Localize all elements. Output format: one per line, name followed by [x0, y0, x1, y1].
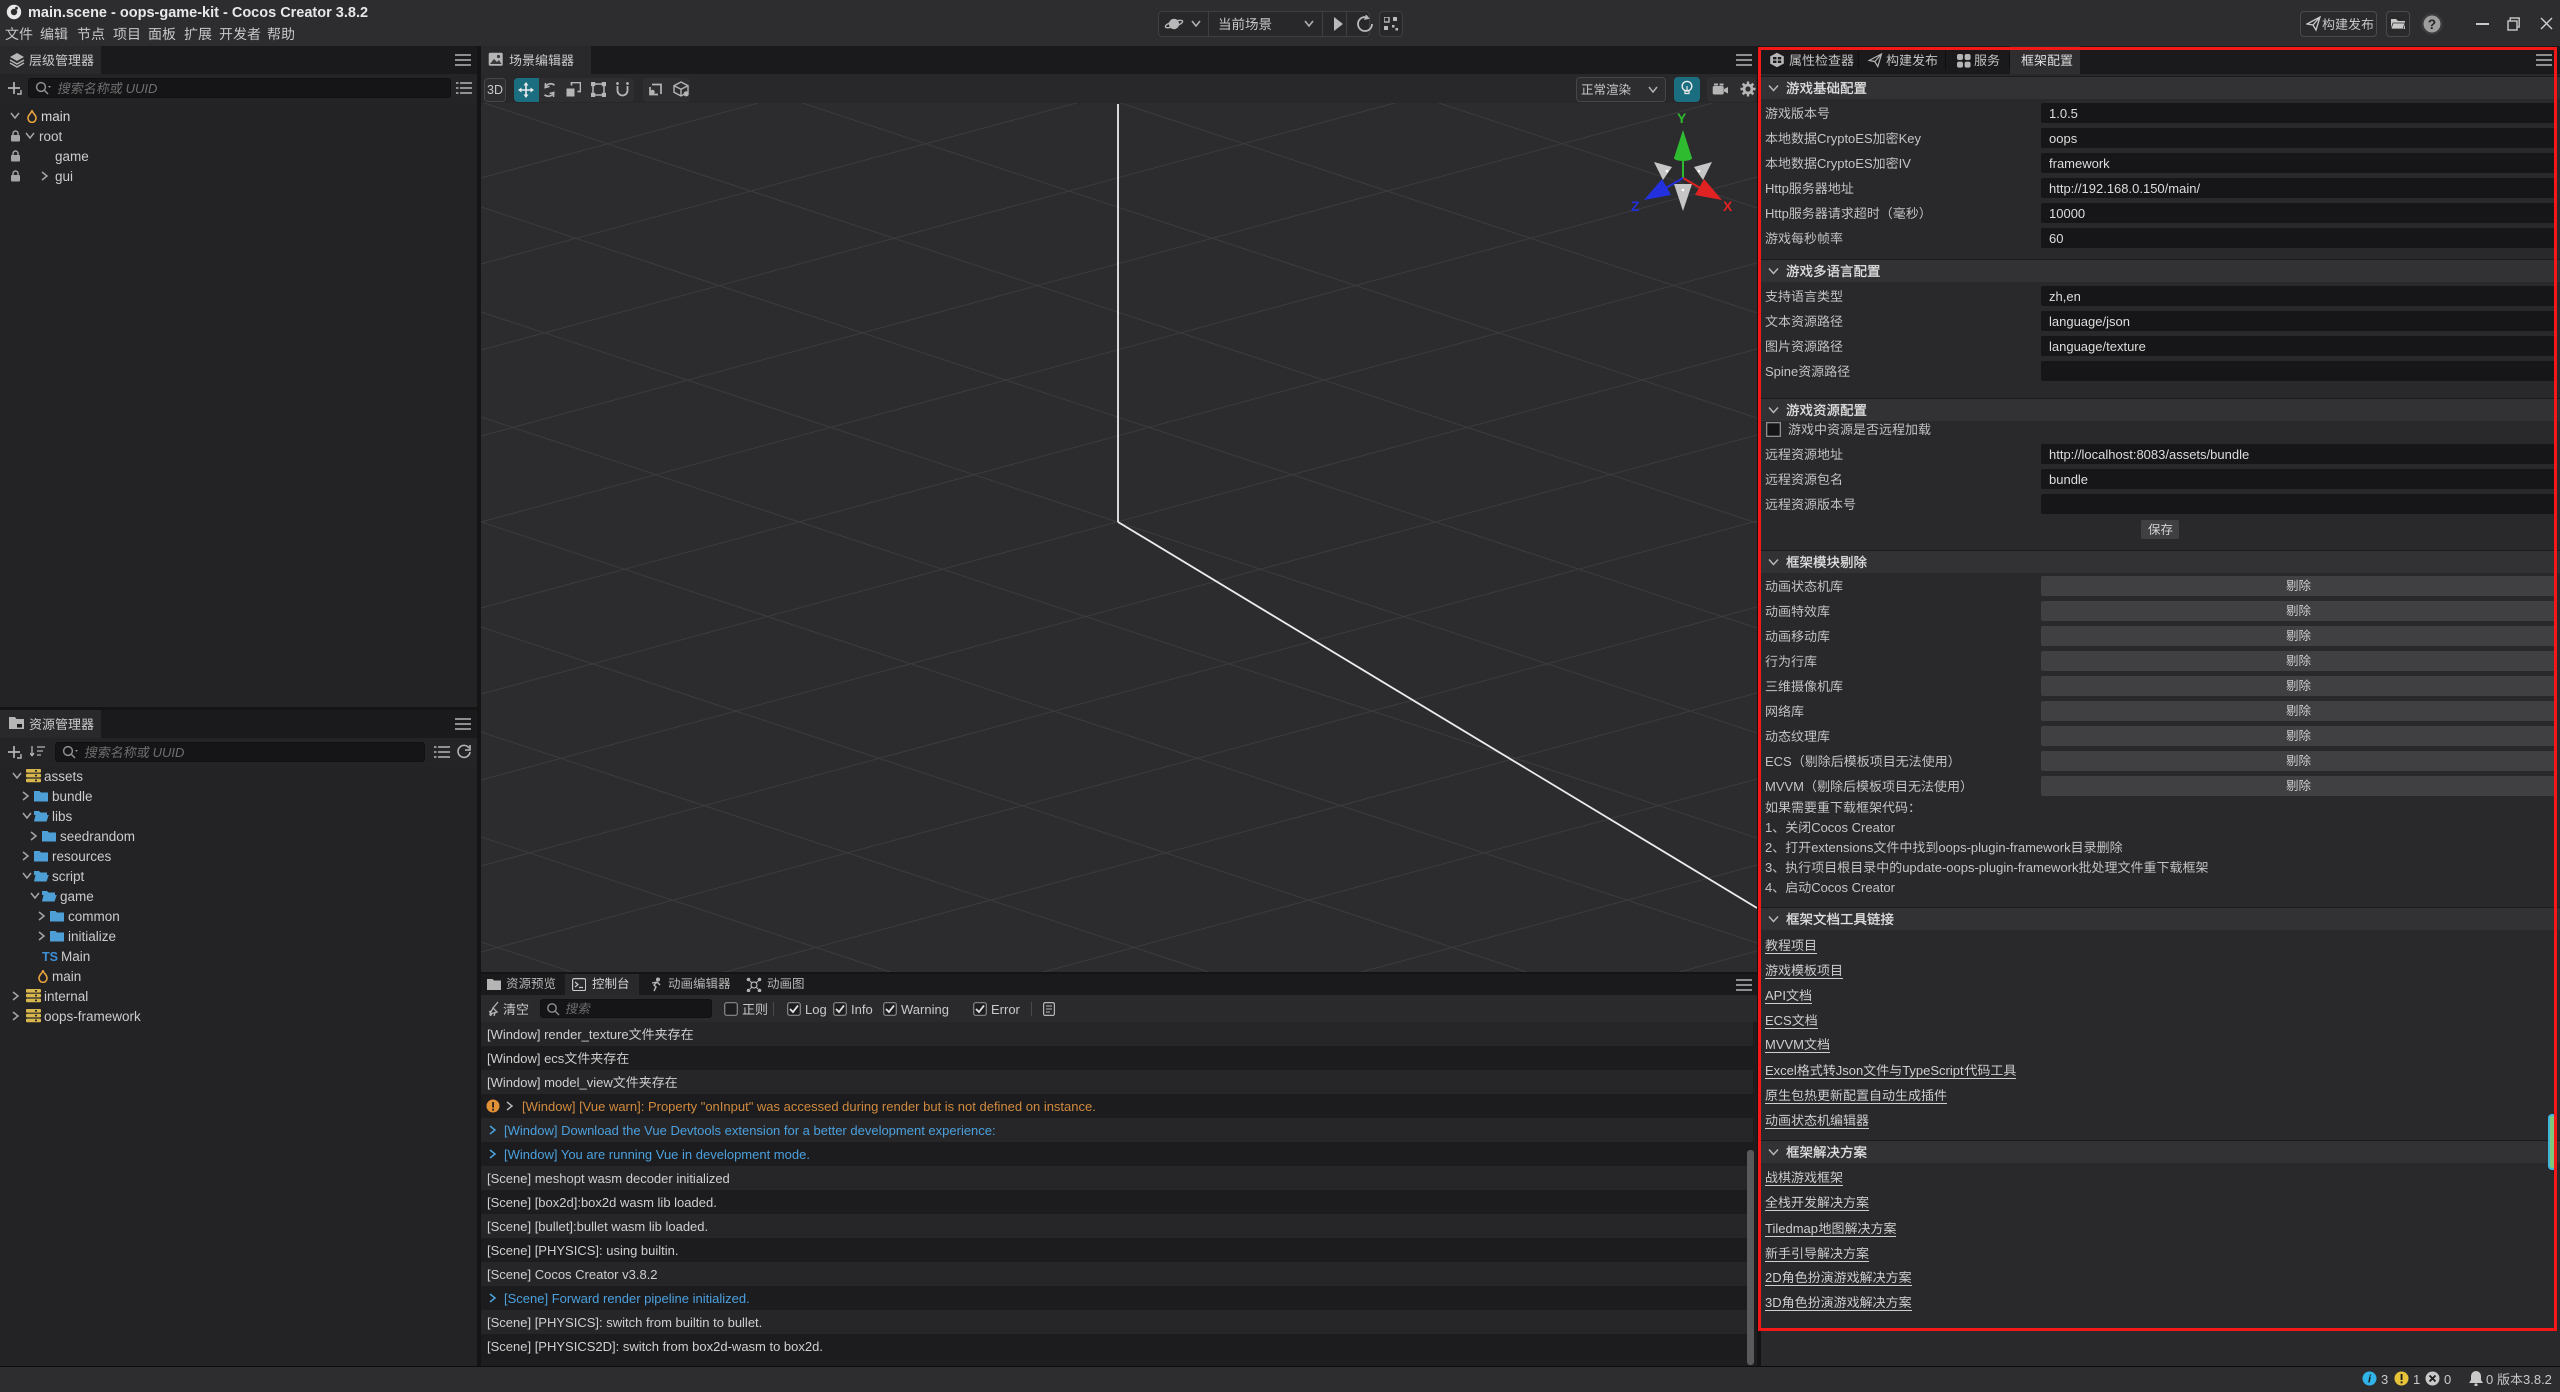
svg-text:[Scene] Cocos Creator v3.8.2: [Scene] Cocos Creator v3.8.2 [487, 1267, 658, 1282]
svg-text:main: main [52, 969, 81, 984]
svg-text:assets: assets [44, 769, 83, 784]
svg-text:[Window] ecs: [Window] ecs [487, 1051, 565, 1066]
svg-text:gui: gui [55, 169, 73, 184]
svg-text:libs: libs [52, 809, 73, 824]
svg-text:X: X [1723, 198, 1733, 214]
svg-text:[Window] [Vue warn]: Property: [Window] [Vue warn]: Property "onInput" … [522, 1099, 1096, 1114]
svg-text:UUID: UUID [149, 745, 184, 760]
svg-text:0: 0 [2444, 1372, 2451, 1387]
svg-text:[Scene] [box2d]:box2d wasm lib: [Scene] [box2d]:box2d wasm lib loaded. [487, 1195, 717, 1210]
svg-text:oops-framework: oops-framework [44, 1009, 141, 1024]
svg-text:bundle: bundle [52, 789, 93, 804]
svg-text:UUID: UUID [122, 81, 157, 96]
svg-text:main.scene - oops-game-kit - C: main.scene - oops-game-kit - Cocos Creat… [28, 5, 368, 21]
svg-text:Main: Main [61, 949, 90, 964]
svg-text:1: 1 [2413, 1372, 2420, 1387]
svg-text:Warning: Warning [901, 1002, 949, 1017]
svg-text:[Scene] [PHYSICS]: using built: [Scene] [PHYSICS]: using builtin. [487, 1243, 678, 1258]
svg-text:root: root [39, 129, 63, 144]
svg-text:Log: Log [805, 1002, 827, 1017]
svg-text:script: script [52, 869, 85, 884]
svg-text:?: ? [2428, 17, 2436, 32]
svg-text:TS: TS [42, 950, 58, 963]
svg-text:main: main [41, 109, 70, 124]
svg-text:[Scene] Forward render pipelin: [Scene] Forward render pipeline initiali… [504, 1291, 750, 1306]
svg-text:[Window] render_texture: [Window] render_texture [487, 1027, 629, 1042]
svg-text:Info: Info [851, 1002, 873, 1017]
svg-text:[Scene] [PHYSICS2D]: switch fr: [Scene] [PHYSICS2D]: switch from box2d-w… [487, 1339, 823, 1354]
svg-text:game: game [55, 149, 89, 164]
svg-text:initialize: initialize [68, 929, 116, 944]
svg-text:[Window] Download the Vue Devt: [Window] Download the Vue Devtools exten… [504, 1123, 996, 1138]
svg-text:seedrandom: seedrandom [60, 829, 135, 844]
svg-text:internal: internal [44, 989, 88, 1004]
svg-text:3D: 3D [487, 83, 503, 97]
svg-text:3: 3 [2381, 1372, 2388, 1387]
svg-text:Z: Z [1631, 198, 1640, 214]
svg-text:Y: Y [1677, 110, 1687, 126]
svg-text:common: common [68, 909, 120, 924]
svg-text:0: 0 [2486, 1372, 2493, 1387]
svg-text:3.8.2: 3.8.2 [2523, 1372, 2552, 1387]
svg-text:Error: Error [991, 1002, 1021, 1017]
svg-text:[Window] You are running Vue i: [Window] You are running Vue in developm… [504, 1147, 810, 1162]
svg-text:game: game [60, 889, 94, 904]
svg-text:[Scene] [bullet]:bullet wasm l: [Scene] [bullet]:bullet wasm lib loaded. [487, 1219, 708, 1234]
svg-text:[Scene] meshopt wasm decoder i: [Scene] meshopt wasm decoder initialized [487, 1171, 730, 1186]
svg-text:[Window] model_view: [Window] model_view [487, 1075, 613, 1090]
svg-text:[Scene] [PHYSICS]: switch from: [Scene] [PHYSICS]: switch from builtin t… [487, 1315, 762, 1330]
svg-text:resources: resources [52, 849, 112, 864]
